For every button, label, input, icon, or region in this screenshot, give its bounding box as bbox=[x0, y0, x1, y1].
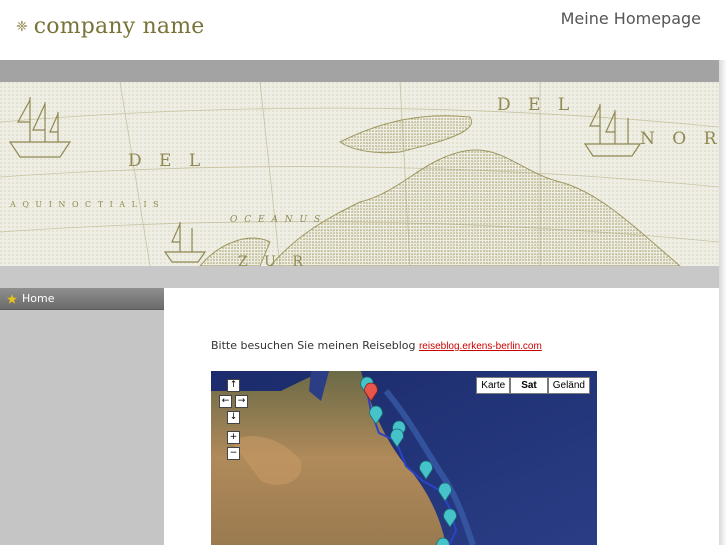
sidebar-item-home[interactable]: Home bbox=[0, 288, 164, 310]
pan-left-icon[interactable]: ← bbox=[219, 395, 232, 408]
intro-text: Bitte besuchen Sie meinen Reiseblog bbox=[211, 339, 419, 352]
svg-text:D E L: D E L bbox=[497, 95, 575, 115]
map-type-karte-button[interactable]: Karte bbox=[476, 377, 511, 394]
pan-right-icon[interactable]: → bbox=[235, 395, 248, 408]
main-content: Bitte besuchen Sie meinen Reiseblog reis… bbox=[164, 288, 719, 545]
top-band bbox=[0, 60, 719, 82]
page-edge-shadow bbox=[719, 60, 727, 545]
bottom-band bbox=[0, 266, 719, 288]
header: ❈ company name Meine Homepage bbox=[0, 0, 727, 60]
intro-paragraph: Bitte besuchen Sie meinen Reiseblog reis… bbox=[211, 339, 542, 352]
svg-text:D E L: D E L bbox=[128, 151, 206, 171]
zoom-in-icon[interactable]: + bbox=[227, 431, 240, 444]
pan-down-icon[interactable]: ↓ bbox=[227, 411, 240, 424]
map-type-switcher: Karte Sat Geländ bbox=[476, 377, 590, 394]
sidebar-item-label: Home bbox=[22, 292, 55, 305]
satellite-map-image bbox=[211, 371, 597, 545]
svg-text:A Q U I N O C T I A L I S: A Q U I N O C T I A L I S bbox=[9, 200, 161, 209]
banner-map-illustration: D E L N O R D E L A Q U I N O C T I A L … bbox=[0, 82, 719, 266]
reiseblog-link[interactable]: reiseblog.erkens-berlin.com bbox=[419, 341, 542, 352]
sidebar: Home bbox=[0, 288, 164, 545]
logo-flower-icon: ❈ bbox=[16, 18, 28, 35]
zoom-out-icon[interactable]: − bbox=[227, 447, 240, 460]
pan-up-icon[interactable]: ↑ bbox=[227, 379, 240, 392]
embedded-map[interactable]: ↑ ← → ↓ + − Karte Sat Geländ bbox=[211, 371, 597, 545]
svg-text:N O R: N O R bbox=[640, 129, 719, 149]
logo[interactable]: ❈ company name bbox=[16, 14, 205, 39]
map-type-gelaende-button[interactable]: Geländ bbox=[547, 377, 590, 394]
logo-text: company name bbox=[33, 14, 205, 39]
star-icon bbox=[7, 293, 17, 304]
map-type-sat-button[interactable]: Sat bbox=[510, 377, 548, 394]
svg-text:Z U R: Z U R bbox=[238, 254, 309, 266]
svg-text:O C E A N U S: O C E A N U S bbox=[230, 215, 322, 225]
site-title: Meine Homepage bbox=[560, 9, 701, 28]
banner-map-image: D E L N O R D E L A Q U I N O C T I A L … bbox=[0, 82, 719, 266]
